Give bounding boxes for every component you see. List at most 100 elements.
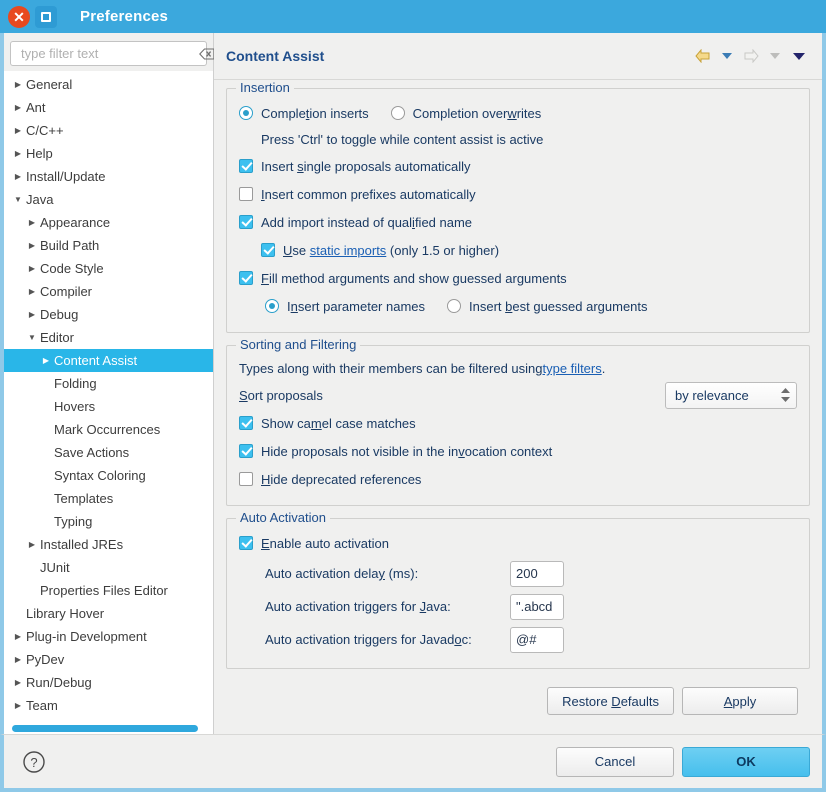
sidebar-item-install-update[interactable]: ▶ Install/Update xyxy=(4,165,213,188)
group-sorting-filtering: Sorting and Filtering Types along with t… xyxy=(226,337,810,506)
maximize-icon[interactable] xyxy=(35,5,57,28)
label-enable-auto-activation[interactable]: Enable auto activation xyxy=(261,536,389,551)
sidebar-item-java[interactable]: ▼ Java xyxy=(4,188,213,211)
sidebar-item-debug[interactable]: ▶ Debug xyxy=(4,303,213,326)
close-icon[interactable]: ✕ xyxy=(8,5,30,28)
chevron-right-icon[interactable]: ▶ xyxy=(10,172,26,181)
sidebar-item-typing[interactable]: ▶Typing xyxy=(4,510,213,533)
radio-completion-overwrites[interactable] xyxy=(390,106,405,120)
javadoc-triggers-input[interactable] xyxy=(510,626,564,653)
view-menu-icon[interactable] xyxy=(788,45,810,67)
cancel-button[interactable]: Cancel xyxy=(556,746,674,777)
sidebar-item-label: Syntax Coloring xyxy=(54,468,146,483)
sidebar-item-folding[interactable]: ▶Folding xyxy=(4,372,213,395)
label-hide-not-visible[interactable]: Hide proposals not visible in the invoca… xyxy=(261,444,552,459)
preference-tree[interactable]: ▶ General ▶ Ant ▶ C/C++ ▶ Help ▶ Install/Update ▼ J… xyxy=(4,71,213,734)
search-input[interactable] xyxy=(19,45,199,62)
filter-box[interactable] xyxy=(10,41,215,66)
sidebar-item-team[interactable]: ▶ Team xyxy=(4,694,213,717)
checkbox-hide-not-visible[interactable] xyxy=(239,444,253,458)
checkbox-hide-deprecated[interactable] xyxy=(239,472,253,486)
sidebar-item-save-actions[interactable]: ▶Save Actions xyxy=(4,441,213,464)
label-completion-inserts[interactable]: Completion inserts xyxy=(261,106,369,121)
sidebar-item-run-debug[interactable]: ▶ Run/Debug xyxy=(4,671,213,694)
ok-button[interactable]: OK xyxy=(682,746,810,777)
chevron-right-icon[interactable]: ▶ xyxy=(10,126,26,135)
sidebar-item-library-hover[interactable]: ▶Library Hover xyxy=(4,602,213,625)
sidebar-item-label: Plug-in Development xyxy=(26,629,147,644)
label-show-camel-case[interactable]: Show camel case matches xyxy=(261,416,416,431)
sidebar-item-syntax-coloring[interactable]: ▶Syntax Coloring xyxy=(4,464,213,487)
chevron-right-icon[interactable]: ▶ xyxy=(10,701,26,710)
sort-proposals-select[interactable]: by relevance xyxy=(665,381,797,409)
chevron-down-icon[interactable]: ▼ xyxy=(24,333,40,342)
label-insert-single-proposals[interactable]: Insert single proposals automatically xyxy=(261,159,471,174)
checkbox-insert-single-proposals[interactable] xyxy=(239,159,253,173)
chevron-right-icon[interactable]: ▶ xyxy=(24,287,40,296)
sidebar-item-ant[interactable]: ▶ Ant xyxy=(4,96,213,119)
chevron-right-icon[interactable]: ▶ xyxy=(10,678,26,687)
group-insertion-title: Insertion xyxy=(236,80,294,95)
sidebar-item-content-assist[interactable]: ▶ Content Assist xyxy=(4,349,213,372)
chevron-right-icon[interactable]: ▶ xyxy=(24,264,40,273)
checkbox-fill-method-arguments[interactable] xyxy=(239,271,253,285)
sidebar-item-build-path[interactable]: ▶ Build Path xyxy=(4,234,213,257)
checkbox-insert-common-prefixes[interactable] xyxy=(239,187,253,201)
sidebar-item-properties-files-editor[interactable]: ▶Properties Files Editor xyxy=(4,579,213,602)
chevron-right-icon[interactable]: ▶ xyxy=(10,103,26,112)
sidebar-item-plug-in-development[interactable]: ▶ Plug-in Development xyxy=(4,625,213,648)
checkbox-show-camel-case[interactable] xyxy=(239,416,253,430)
chevron-down-icon[interactable]: ▼ xyxy=(10,195,26,204)
checkbox-use-static-imports[interactable] xyxy=(261,243,275,257)
static-imports-suffix: (only 1.5 or higher) xyxy=(386,242,500,258)
label-hide-deprecated[interactable]: Hide deprecated references xyxy=(261,472,421,487)
chevron-right-icon[interactable]: ▶ xyxy=(10,80,26,89)
sidebar-item-label: Typing xyxy=(54,514,93,529)
chevron-right-icon[interactable]: ▶ xyxy=(10,149,26,158)
label-fill-method-arguments[interactable]: Fill method arguments and show guessed a… xyxy=(261,271,567,286)
group-auto-activation-title: Auto Activation xyxy=(236,510,330,525)
label-use-static-imports[interactable]: Use static imports (only 1.5 or higher) xyxy=(283,243,499,258)
restore-defaults-button[interactable]: Restore Defaults xyxy=(547,687,674,715)
label-insert-parameter-names[interactable]: Insert parameter names xyxy=(287,299,425,314)
radio-insert-parameter-names[interactable] xyxy=(265,299,279,313)
sidebar-item-hovers[interactable]: ▶Hovers xyxy=(4,395,213,418)
label-insert-common-prefixes[interactable]: Insert common prefixes automatically xyxy=(261,187,476,202)
label-insert-best-guessed[interactable]: Insert best guessed arguments xyxy=(469,299,648,314)
auto-activation-delay-input[interactable] xyxy=(510,560,564,587)
chevron-right-icon[interactable]: ▶ xyxy=(24,540,40,549)
static-imports-link[interactable]: static imports xyxy=(310,243,387,258)
tree-horizontal-scrollbar[interactable] xyxy=(12,725,198,732)
checkbox-enable-auto-activation[interactable] xyxy=(239,536,253,550)
sidebar-item-editor[interactable]: ▼ Editor xyxy=(4,326,213,349)
sidebar-item-help[interactable]: ▶ Help xyxy=(4,142,213,165)
sidebar-item-c-c[interactable]: ▶ C/C++ xyxy=(4,119,213,142)
sidebar-item-pydev[interactable]: ▶ PyDev xyxy=(4,648,213,671)
label-completion-overwrites[interactable]: Completion overwrites xyxy=(413,106,542,121)
apply-button[interactable]: Apply xyxy=(682,687,798,715)
back-dropdown-icon[interactable] xyxy=(716,45,738,67)
chevron-right-icon[interactable]: ▶ xyxy=(24,218,40,227)
sidebar-item-junit[interactable]: ▶JUnit xyxy=(4,556,213,579)
sidebar-item-general[interactable]: ▶ General xyxy=(4,73,213,96)
java-triggers-input[interactable] xyxy=(510,593,564,620)
label-add-import[interactable]: Add import instead of qualified name xyxy=(261,215,472,230)
type-filters-link[interactable]: type filters xyxy=(543,361,602,376)
back-arrow-icon[interactable] xyxy=(692,45,714,67)
clear-icon[interactable] xyxy=(199,47,215,60)
help-icon[interactable]: ? xyxy=(22,750,46,774)
chevron-right-icon[interactable]: ▶ xyxy=(24,241,40,250)
sidebar-item-installed-jres[interactable]: ▶ Installed JREs xyxy=(4,533,213,556)
sidebar-item-appearance[interactable]: ▶ Appearance xyxy=(4,211,213,234)
checkbox-add-import[interactable] xyxy=(239,215,253,229)
radio-completion-inserts[interactable] xyxy=(239,106,253,120)
sidebar-item-templates[interactable]: ▶Templates xyxy=(4,487,213,510)
chevron-right-icon[interactable]: ▶ xyxy=(10,655,26,664)
sidebar-item-code-style[interactable]: ▶ Code Style xyxy=(4,257,213,280)
chevron-right-icon[interactable]: ▶ xyxy=(10,632,26,641)
sidebar-item-compiler[interactable]: ▶ Compiler xyxy=(4,280,213,303)
chevron-right-icon[interactable]: ▶ xyxy=(24,310,40,319)
sidebar-item-mark-occurrences[interactable]: ▶Mark Occurrences xyxy=(4,418,213,441)
radio-insert-best-guessed[interactable] xyxy=(447,299,462,313)
chevron-right-icon[interactable]: ▶ xyxy=(38,356,54,365)
